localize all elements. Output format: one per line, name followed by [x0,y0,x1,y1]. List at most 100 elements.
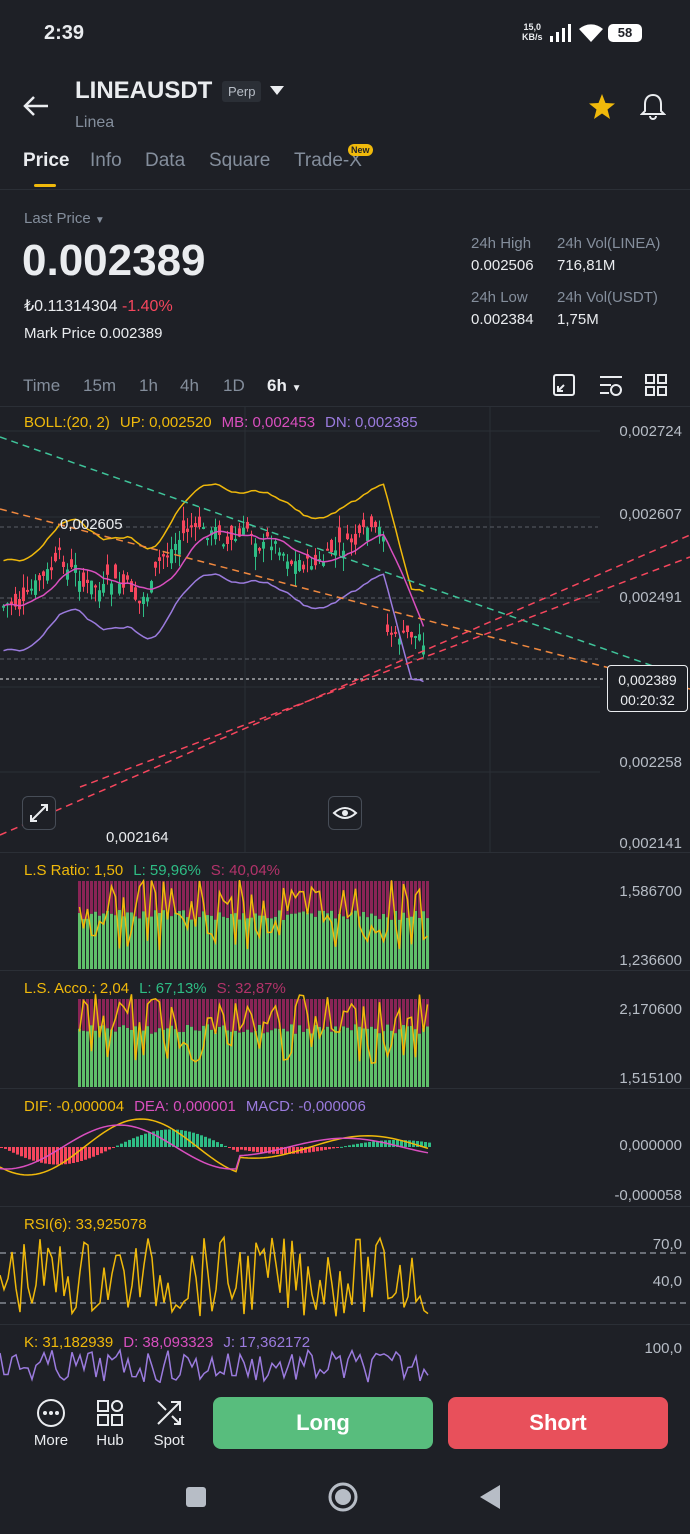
short-bar [254,881,257,914]
long-bar [158,1028,161,1087]
macd-bar [96,1147,99,1156]
chart-expand-icon[interactable] [553,374,575,396]
short-bar [258,881,261,916]
macd-bar [320,1147,323,1151]
long-bar [198,917,201,969]
spot-button[interactable]: Spot [139,1398,199,1449]
tab-data[interactable]: Data [145,150,185,172]
timeframe-6h[interactable]: 6h ▼ [267,376,301,396]
long-bar [390,919,393,969]
visibility-toggle[interactable] [328,796,362,830]
long-bar [306,1028,309,1087]
short-bar [290,999,293,1025]
home-icon[interactable] [327,1481,359,1513]
long-bar [302,1031,305,1087]
long-bar [378,919,381,969]
macd-bar [344,1146,347,1148]
price-axis-label: 0,002491 [619,589,682,606]
stat-vol-quote: 1,75M [557,311,599,328]
long-bar [298,1025,301,1087]
long-bar [114,1031,117,1087]
long-bar [350,1030,353,1087]
timeframe-1h[interactable]: 1h [139,376,158,396]
timeframe-15m[interactable]: 15m [83,376,116,396]
candlestick-chart[interactable] [0,407,690,852]
candle-body [258,548,261,551]
stat-low: 0.002384 [471,311,534,328]
star-icon[interactable] [588,93,616,120]
candle-body [42,571,45,576]
macd-bar [360,1143,363,1147]
ls-ratio-axis-label: 1,236600 [619,952,682,969]
last-price-label[interactable]: Last Price ▼ [24,210,105,227]
more-button[interactable]: More [21,1398,81,1449]
macd-bar [44,1147,47,1164]
candle-body [394,631,397,634]
long-bar [322,1029,325,1087]
macd-bar [212,1140,215,1147]
long-bar [102,1025,105,1087]
timeframe-time[interactable]: Time [23,376,60,396]
long-bar [154,1032,157,1087]
short-bar [186,999,189,1025]
long-bar [294,1033,297,1087]
short-bar [322,881,325,911]
long-bar [238,1032,241,1087]
long-bar [218,1026,221,1087]
back-arrow-icon[interactable] [22,94,50,118]
short-bar [366,881,369,918]
short-bar [246,881,249,919]
hub-button[interactable]: Hub [80,1398,140,1449]
tab-info[interactable]: Info [90,150,122,172]
price-change: -1.40% [121,298,173,315]
long-button[interactable]: Long [213,1397,433,1449]
tab-square[interactable]: Square [209,150,270,172]
short-bar [158,881,161,913]
fullscreen-button[interactable] [22,796,56,830]
timeframe-4h[interactable]: 4h [180,376,199,396]
price-axis-label: 0,002724 [619,423,682,440]
long-bar [134,916,137,969]
long-bar [190,919,193,969]
short-bar [298,881,301,913]
back-triangle-icon[interactable] [478,1484,502,1510]
long-bar [346,919,349,969]
timeframe-1d[interactable]: 1D [223,376,245,396]
chart-settings-icon[interactable] [599,374,623,396]
candle-body [274,541,277,544]
short-bar [206,881,209,916]
macd-bar [196,1133,199,1147]
short-bar [398,881,401,920]
symbol-title[interactable]: LINEAUSDT [75,77,212,105]
macd-bar [428,1142,431,1147]
short-bar [166,999,169,1029]
bell-icon[interactable] [640,92,666,120]
macd-bar [156,1130,159,1147]
long-bar [170,916,173,969]
grid-layout-icon[interactable] [645,374,667,396]
short-bar [310,999,313,1034]
candle-body [174,543,177,551]
candle-body [326,548,329,551]
long-bar [86,1031,89,1087]
short-bar [178,999,181,1033]
short-bar [90,999,93,1026]
long-bar [418,1033,421,1087]
long-bar [238,919,241,969]
macd-bar [220,1143,223,1147]
candle-body [94,585,97,588]
macd-bar [60,1147,63,1165]
long-bar [402,912,405,969]
short-bar [198,999,201,1031]
tab-price[interactable]: Price [23,150,69,172]
recent-apps-icon[interactable] [186,1487,206,1507]
candle-body [130,581,133,593]
long-bar [194,1030,197,1087]
long-bar [78,1028,81,1087]
long-bar [86,918,89,969]
price-axis-label: 0,002607 [619,506,682,523]
macd-bar [332,1147,335,1149]
short-button[interactable]: Short [448,1397,668,1449]
candle-body [158,557,161,561]
caret-down-icon[interactable] [270,86,284,96]
